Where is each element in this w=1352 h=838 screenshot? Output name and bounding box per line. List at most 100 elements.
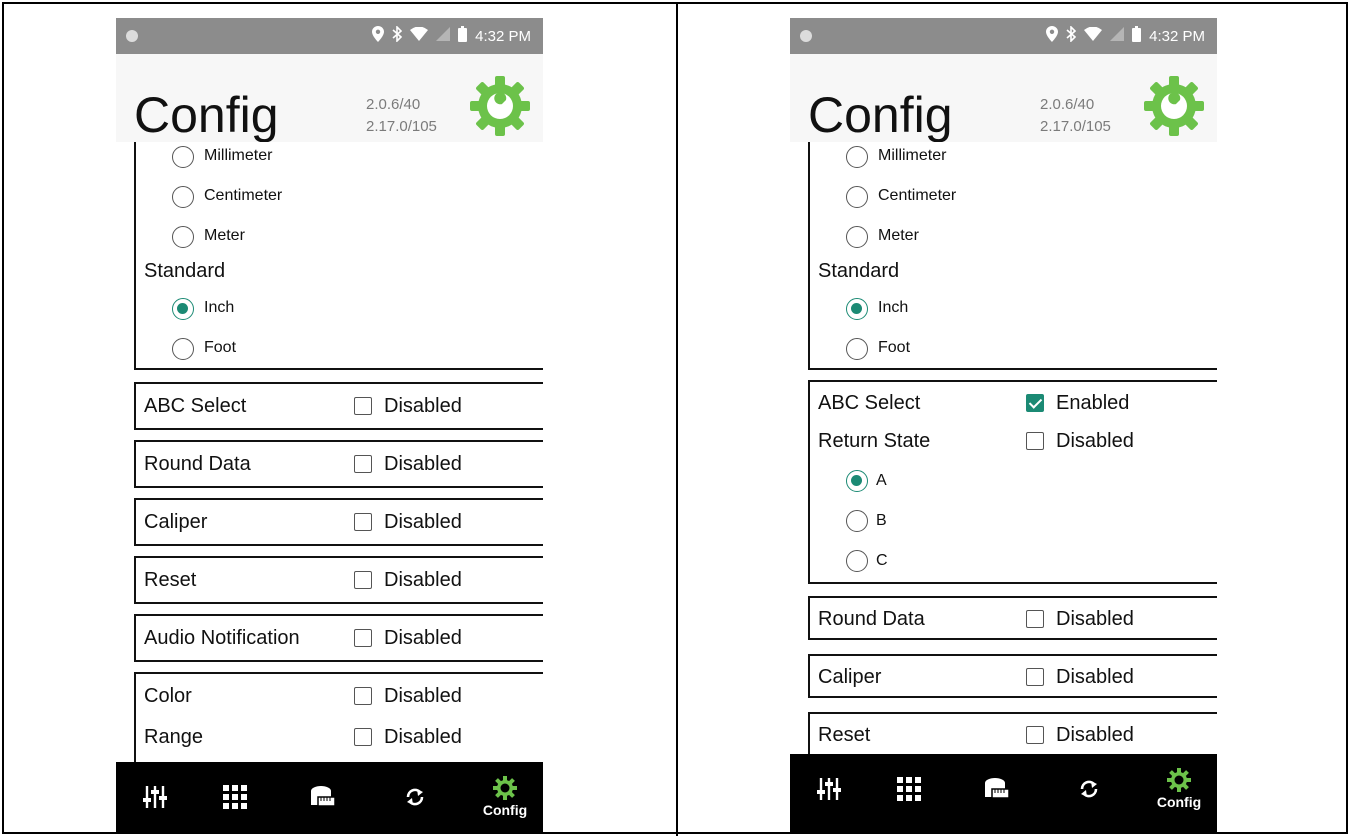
notification-dot-icon [800,30,812,42]
abc-select-checkbox[interactable] [1026,394,1044,412]
radio-label: A [876,472,887,489]
setting-row-abc-select: ABC Select Disabled [134,382,543,430]
round-data-checkbox[interactable] [1026,610,1044,628]
nav-measure[interactable] [962,754,1032,824]
nav-grid[interactable] [200,762,270,832]
gear-icon [1167,768,1191,792]
abc-select-checkbox[interactable] [354,397,372,415]
page-title: Config [134,87,279,143]
notification-dot-icon [126,30,138,42]
radio-meter[interactable] [172,226,194,248]
caliper-checkbox[interactable] [354,513,372,531]
setting-group-color: Color Disabled Range Disabled [134,672,543,762]
sliders-icon [817,778,841,800]
caliper-checkbox[interactable] [1026,668,1044,686]
gear-icon [493,776,517,800]
nav-config[interactable]: Config [470,762,540,832]
nav-config-label: Config [482,802,528,818]
reset-checkbox[interactable] [354,571,372,589]
settings-list[interactable]: Millimeter Centimeter Meter Standard Inc… [790,142,1217,762]
location-icon [372,26,385,47]
page-title: Config [808,87,953,143]
checkbox-state: Disabled [384,627,462,649]
app-version: 2.0.6/40 [1040,96,1095,113]
checkbox-state: Disabled [384,726,462,748]
setting-group-abc-select: ABC Select Enabled Return State Disabled… [808,380,1217,584]
sliders-icon [143,786,167,808]
radio-label: Centimeter [204,187,283,204]
units-group: Millimeter Centimeter Meter Standard Inc… [134,142,543,370]
radio-label: Meter [878,227,919,244]
radio-label: B [876,512,887,529]
gear-wrench-icon [470,76,530,136]
setting-label: Round Data [818,608,925,630]
radio-centimeter[interactable] [846,186,868,208]
app-header: Config 2.0.6/40 2.17.0/105 [790,54,1217,143]
setting-row-round-data: Round Data Disabled [134,440,543,488]
battery-icon [1132,26,1142,47]
standard-label: Standard [144,260,226,282]
wifi-icon [410,26,429,46]
grid-icon [897,777,921,801]
range-checkbox[interactable] [354,728,372,746]
audio-notification-checkbox[interactable] [354,629,372,647]
grid-icon [223,785,247,809]
radio-meter[interactable] [846,226,868,248]
radio-millimeter[interactable] [846,146,868,168]
nav-grid[interactable] [874,754,944,824]
checkbox-state: Disabled [384,453,462,475]
signal-icon [1110,27,1125,46]
radio-b[interactable] [846,510,868,532]
return-state-checkbox[interactable] [1026,432,1044,450]
radio-inch[interactable] [846,298,868,320]
setting-row-caliper: Caliper Disabled [808,654,1217,698]
radio-label: Foot [878,339,911,356]
wifi-icon [1084,26,1103,46]
radio-centimeter[interactable] [172,186,194,208]
status-icons: 4:32 PM [1046,25,1205,47]
phone-screen-right: 4:32 PM Config 2.0.6/40 2.17.0/105 Milli… [790,18,1217,832]
radio-label: Inch [204,299,235,316]
tape-icon [311,786,336,807]
radio-inch[interactable] [172,298,194,320]
nav-config-label: Config [1156,794,1202,810]
firmware-version: 2.17.0/105 [1040,118,1111,135]
checkbox-state: Disabled [1056,608,1134,630]
nav-config[interactable]: Config [1144,754,1214,824]
reset-checkbox[interactable] [1026,726,1044,744]
nav-sync[interactable] [1054,754,1124,824]
setting-label: Audio Notification [144,627,300,649]
bottom-nav: Config [116,762,543,832]
nav-settings-sliders[interactable] [120,762,190,832]
version-info: 2.0.6/40 2.17.0/105 [366,94,437,138]
panel-divider [676,2,678,836]
radio-label: C [876,552,888,569]
radio-foot[interactable] [172,338,194,360]
setting-row-reset: Reset Disabled [134,556,543,604]
units-group: Millimeter Centimeter Meter Standard Inc… [808,142,1217,370]
nav-measure[interactable] [288,762,358,832]
checkbox-state: Disabled [1056,430,1134,452]
radio-a[interactable] [846,470,868,492]
color-label: Color [144,685,192,707]
sync-icon [406,788,424,806]
setting-label: Caliper [144,511,208,533]
status-bar: 4:32 PM [790,18,1217,54]
round-data-checkbox[interactable] [354,455,372,473]
bluetooth-icon [392,25,403,47]
firmware-version: 2.17.0/105 [366,118,437,135]
settings-list[interactable]: Millimeter Centimeter Meter Standard Inc… [116,142,543,762]
radio-millimeter[interactable] [172,146,194,168]
signal-icon [436,27,451,46]
checkbox-state: Disabled [384,395,462,417]
nav-settings-sliders[interactable] [794,754,864,824]
color-checkbox[interactable] [354,687,372,705]
app-version: 2.0.6/40 [366,96,421,113]
radio-c[interactable] [846,550,868,572]
standard-label: Standard [818,260,900,282]
nav-sync[interactable] [380,762,450,832]
radio-foot[interactable] [846,338,868,360]
checkbox-state: Disabled [384,511,462,533]
checkbox-state: Disabled [384,569,462,591]
range-label: Range [144,726,203,748]
